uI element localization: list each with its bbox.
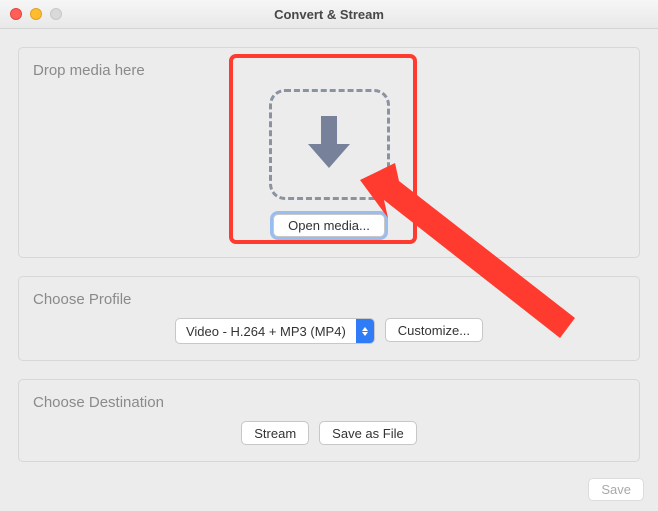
content-area: Drop media here Open media... Choose Pro… (0, 29, 658, 462)
stream-button[interactable]: Stream (241, 421, 309, 445)
open-media-button[interactable]: Open media... (273, 214, 385, 237)
drop-media-title: Drop media here (33, 62, 627, 79)
download-arrow-icon (304, 112, 354, 177)
save-button: Save (588, 478, 644, 501)
choose-destination-panel: Choose Destination Stream Save as File (18, 379, 640, 462)
customize-button[interactable]: Customize... (385, 318, 483, 342)
profile-select[interactable]: Video - H.264 + MP3 (MP4) (175, 318, 375, 344)
choose-profile-title: Choose Profile (33, 291, 627, 308)
profile-select-value: Video - H.264 + MP3 (MP4) (176, 319, 356, 343)
titlebar: Convert & Stream (0, 0, 658, 29)
window-title: Convert & Stream (0, 7, 658, 22)
drop-media-panel: Drop media here Open media... (18, 47, 640, 258)
zoom-icon (50, 8, 62, 20)
minimize-icon[interactable] (30, 8, 42, 20)
save-as-file-button[interactable]: Save as File (319, 421, 417, 445)
updown-icon (356, 319, 374, 343)
choose-profile-panel: Choose Profile Video - H.264 + MP3 (MP4)… (18, 276, 640, 361)
footer: Save (588, 478, 644, 501)
close-icon[interactable] (10, 8, 22, 20)
drop-zone[interactable] (269, 89, 390, 200)
choose-destination-title: Choose Destination (33, 394, 627, 411)
window-controls (10, 8, 62, 20)
